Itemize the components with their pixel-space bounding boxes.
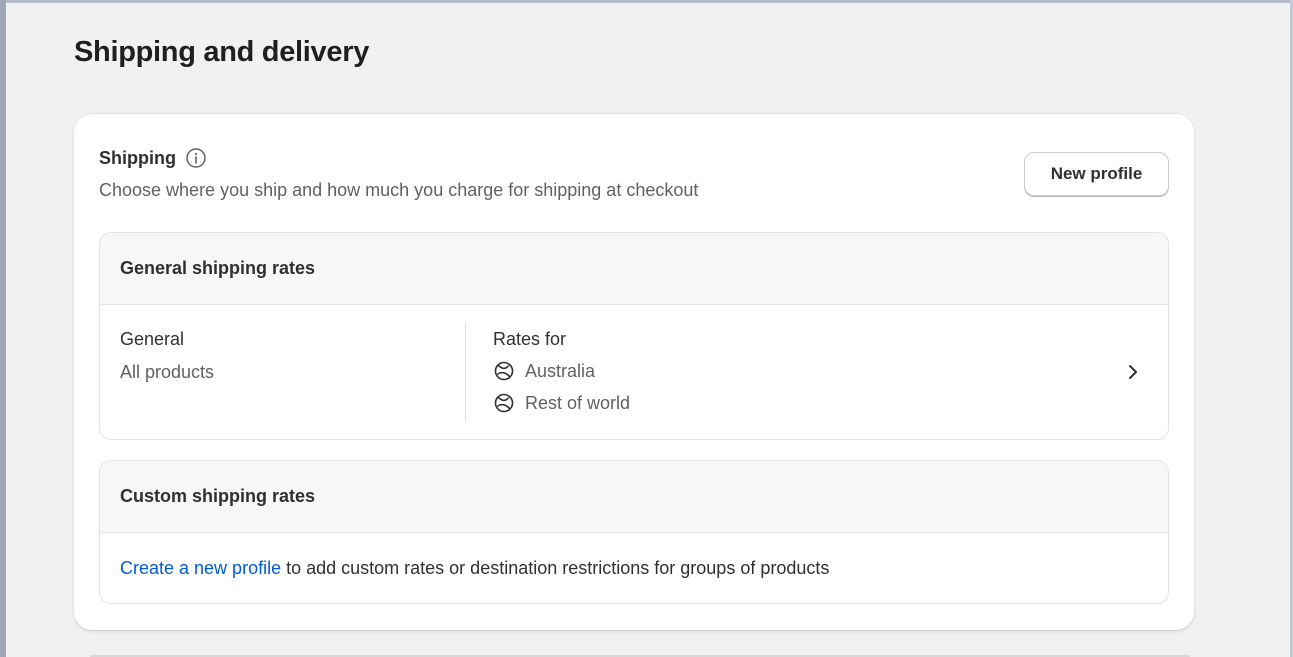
- custom-rates-message-text: to add custom rates or destination restr…: [281, 558, 830, 578]
- globe-icon: [493, 392, 515, 414]
- rates-title: Rates for: [493, 329, 567, 349]
- shipping-card: Shipping Choose where you ship and how m…: [74, 114, 1194, 630]
- chevron-right-icon[interactable]: [1122, 361, 1144, 383]
- shipping-card-header: Shipping: [99, 146, 208, 170]
- custom-shipping-rates-section: Custom shipping rates Create a new profi…: [99, 460, 1169, 604]
- window-frame-left: [0, 0, 6, 657]
- custom-shipping-rates-heading: Custom shipping rates: [100, 461, 1168, 533]
- general-shipping-rates-section: General shipping rates General All produ…: [99, 232, 1169, 440]
- page-title: Shipping and delivery: [74, 36, 370, 68]
- new-profile-button[interactable]: New profile: [1024, 152, 1169, 196]
- custom-rates-message: Create a new profile to add custom rates…: [100, 533, 1168, 603]
- rate-zone-label: Rest of world: [525, 393, 631, 413]
- column-divider: [465, 323, 466, 421]
- general-profile-row[interactable]: General All products Rates for Australia: [100, 305, 1168, 439]
- shipping-card-description: Choose where you ship and how much you c…: [99, 180, 699, 200]
- profile-info: General All products: [120, 327, 214, 384]
- info-icon[interactable]: [184, 146, 208, 170]
- shipping-card-title: Shipping: [99, 147, 176, 168]
- rate-zone-item: Rest of world: [493, 391, 630, 415]
- create-new-profile-link[interactable]: Create a new profile: [120, 558, 281, 579]
- rate-zone-label: Australia: [525, 361, 596, 381]
- profile-name: General: [120, 329, 185, 349]
- window-frame-top: [0, 0, 1293, 3]
- globe-icon: [493, 360, 515, 382]
- profile-products: All products: [120, 362, 215, 382]
- rates-info: Rates for Australia Rest of world: [493, 327, 630, 415]
- general-shipping-rates-heading: General shipping rates: [100, 233, 1168, 305]
- rate-zone-item: Australia: [493, 359, 630, 383]
